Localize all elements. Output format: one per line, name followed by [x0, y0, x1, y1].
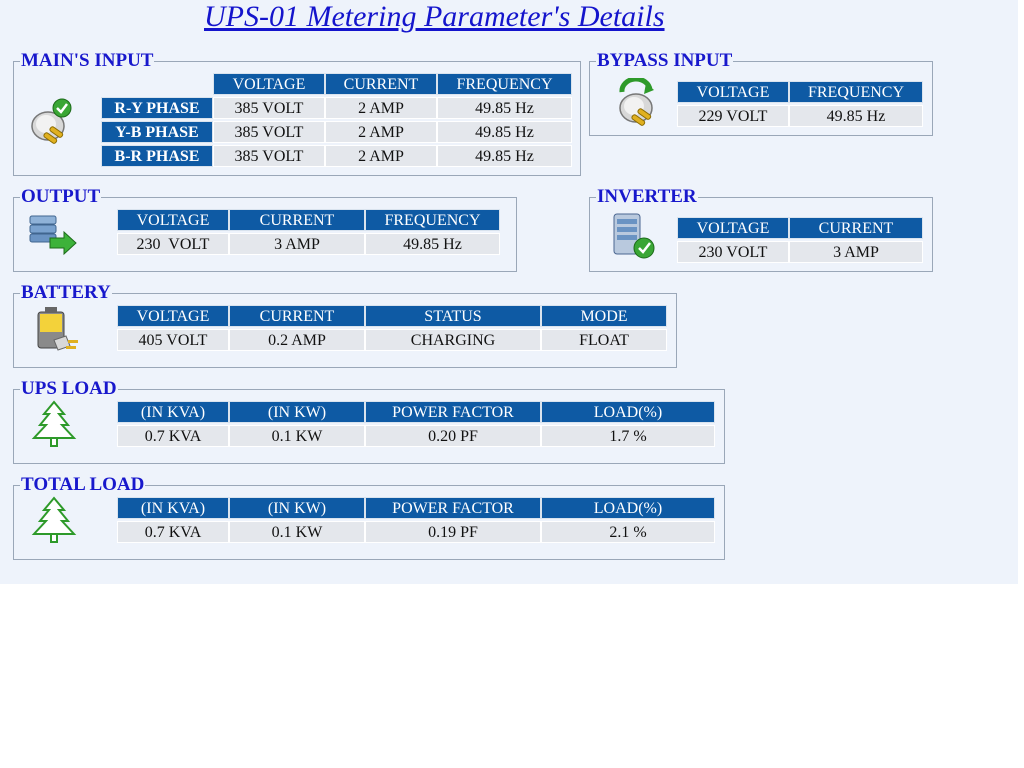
- mains-phase-label: B-R PHASE: [101, 145, 213, 167]
- output-header-voltage: VOLTAGE: [117, 209, 229, 231]
- total-load-header-kva: (IN KVA): [117, 497, 229, 519]
- mains-phase-label: Y-B PHASE: [101, 121, 213, 143]
- output-current-value: 3 AMP: [229, 233, 365, 255]
- inverter-legend: INVERTER: [597, 186, 697, 207]
- ups-load-header-load-percent: LOAD(%): [541, 401, 715, 423]
- mains-header-current: CURRENT: [325, 73, 437, 95]
- battery-header-current: CURRENT: [229, 305, 365, 327]
- battery-legend: BATTERY: [21, 282, 111, 303]
- page-title: UPS-01 Metering Parameter's Details: [204, 0, 665, 33]
- mains-frequency-value: 49.85 Hz: [437, 121, 572, 143]
- ups-load-header-kva: (IN KVA): [117, 401, 229, 423]
- output-header-current: CURRENT: [229, 209, 365, 231]
- ups-load-header-power-factor: POWER FACTOR: [365, 401, 541, 423]
- total-load-header-kw: (IN KW): [229, 497, 365, 519]
- bypass-header-frequency: FREQUENCY: [789, 81, 923, 103]
- total-load-kva-value: 0.7 KVA: [117, 521, 229, 543]
- ups-load-header-kw: (IN KW): [229, 401, 365, 423]
- total-load-power-factor-value: 0.19 PF: [365, 521, 541, 543]
- battery-current-value: 0.2 AMP: [229, 329, 365, 351]
- mains-frequency-value: 49.85 Hz: [437, 145, 572, 167]
- total-load-header-power-factor: POWER FACTOR: [365, 497, 541, 519]
- inverter-current-value: 3 AMP: [789, 241, 923, 263]
- mains-phase-label: R-Y PHASE: [101, 97, 213, 119]
- mains-frequency-value: 49.85 Hz: [437, 97, 572, 119]
- tree-icon: [31, 400, 77, 447]
- mains-current-value: 2 AMP: [325, 145, 437, 167]
- page-background: UPS-01 Metering Parameter's Details MAIN…: [0, 0, 1018, 584]
- ups-load-percent-value: 1.7 %: [541, 425, 715, 447]
- plug-refresh-icon: [619, 78, 654, 126]
- bypass-input-legend: BYPASS INPUT: [597, 50, 733, 71]
- ups-load-kva-value: 0.7 KVA: [117, 425, 229, 447]
- battery-header-voltage: VOLTAGE: [117, 305, 229, 327]
- output-legend: OUTPUT: [21, 186, 101, 207]
- mains-header-voltage: VOLTAGE: [213, 73, 325, 95]
- server-check-icon: [613, 213, 655, 259]
- battery-mode-value: FLOAT: [541, 329, 667, 351]
- total-load-legend: TOTAL LOAD: [21, 474, 145, 495]
- bypass-header-voltage: VOLTAGE: [677, 81, 789, 103]
- battery-voltage-value: 405 VOLT: [117, 329, 229, 351]
- server-arrow-icon: [29, 215, 77, 256]
- mains-voltage-value: 385 VOLT: [213, 121, 325, 143]
- ups-load-kw-value: 0.1 KW: [229, 425, 365, 447]
- mains-header-frequency: FREQUENCY: [437, 73, 572, 95]
- output-frequency-value: 49.85 Hz: [365, 233, 500, 255]
- plug-check-icon: [31, 98, 72, 144]
- ups-load-legend: UPS LOAD: [21, 378, 117, 399]
- mains-voltage-value: 385 VOLT: [213, 97, 325, 119]
- battery-plug-icon: [37, 307, 78, 351]
- battery-header-status: STATUS: [365, 305, 541, 327]
- mains-current-value: 2 AMP: [325, 97, 437, 119]
- total-load-kw-value: 0.1 KW: [229, 521, 365, 543]
- inverter-voltage-value: 230 VOLT: [677, 241, 789, 263]
- bypass-voltage-value: 229 VOLT: [677, 105, 789, 127]
- mains-voltage-value: 385 VOLT: [213, 145, 325, 167]
- output-header-frequency: FREQUENCY: [365, 209, 500, 231]
- output-voltage-value: 230 VOLT: [117, 233, 229, 255]
- mains-current-value: 2 AMP: [325, 121, 437, 143]
- battery-status-value: CHARGING: [365, 329, 541, 351]
- inverter-header-voltage: VOLTAGE: [677, 217, 789, 239]
- bypass-frequency-value: 49.85 Hz: [789, 105, 923, 127]
- inverter-header-current: CURRENT: [789, 217, 923, 239]
- total-load-header-load-percent: LOAD(%): [541, 497, 715, 519]
- mains-input-legend: MAIN'S INPUT: [21, 50, 154, 71]
- total-load-percent-value: 2.1 %: [541, 521, 715, 543]
- battery-header-mode: MODE: [541, 305, 667, 327]
- tree-icon: [31, 496, 77, 543]
- ups-load-power-factor-value: 0.20 PF: [365, 425, 541, 447]
